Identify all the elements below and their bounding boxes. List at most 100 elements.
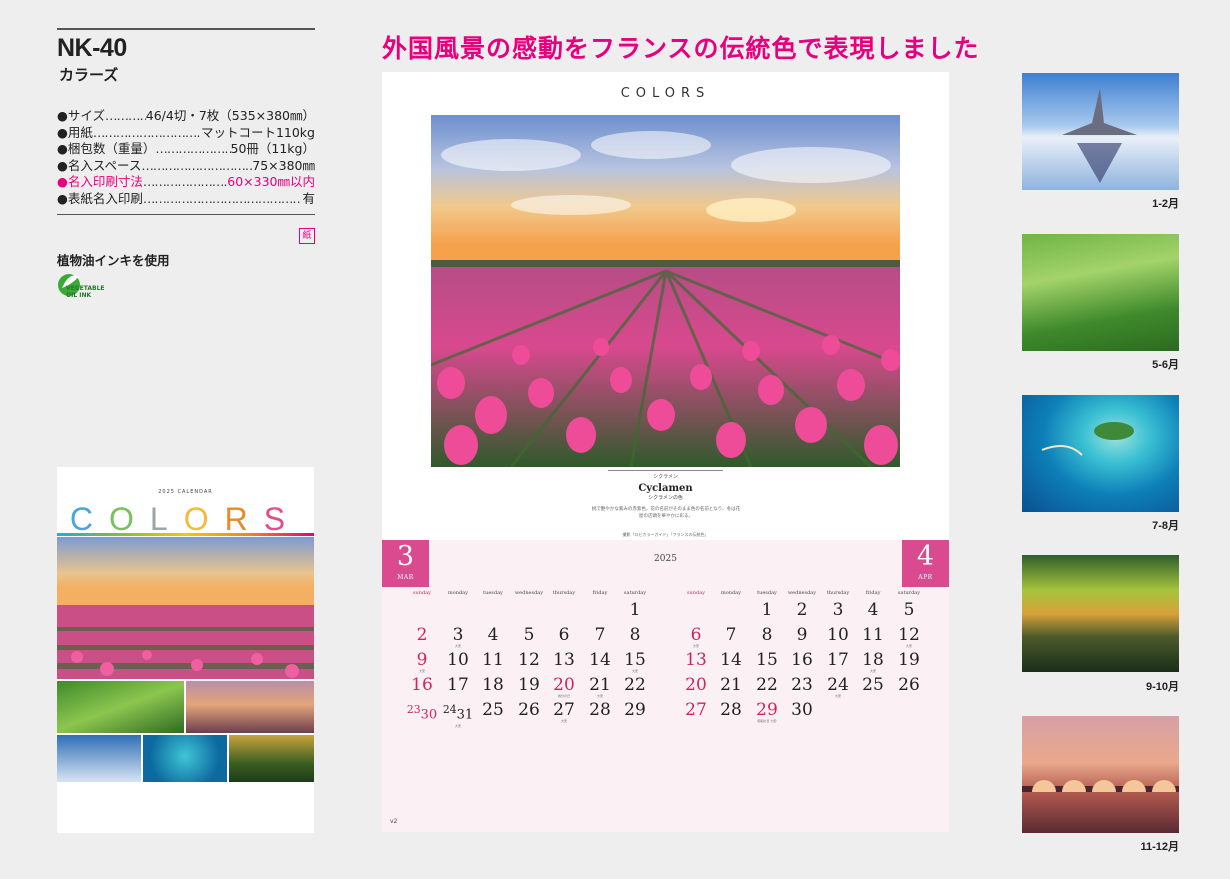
date-cell: 4 <box>487 625 499 645</box>
date-cell: 16 <box>791 650 813 670</box>
cover-color-bar <box>57 533 314 536</box>
spec-label: ●表紙名入印刷 <box>57 190 143 206</box>
date-cell: 1 <box>761 600 773 620</box>
calendar-page: COLORS シクラメン Cyclamen シクラメンの色 桃で艶やかな紫みの赤… <box>382 72 949 832</box>
spec-item: ●梱包数（重量） 50冊（11kg） <box>57 141 315 158</box>
caption-en-title: Cyclamen <box>638 483 693 494</box>
weekday-header: thursday <box>552 590 576 596</box>
page-number: v2 <box>390 818 398 825</box>
vegetable-mark-line2: OIL INK <box>66 292 91 299</box>
date-cell-holiday: 29 昭和の日 大安 <box>756 700 778 723</box>
cover-island-photo <box>143 735 227 782</box>
cover-lake-photo <box>229 735 314 782</box>
cover-tulip-photo <box>57 537 314 679</box>
date-cell: 7 <box>594 625 606 645</box>
date-cell: 15 大安 <box>624 650 646 673</box>
spec-item-highlight: ●名入印刷寸法 60×330㎜以内 <box>57 174 315 191</box>
date-cell: 3 大安 <box>452 625 464 648</box>
date-cell: 2 <box>416 625 428 645</box>
month-thumbnail-lake <box>1022 555 1179 672</box>
date-cell: 18 <box>482 675 504 695</box>
calendar-year: 2025 <box>654 554 677 564</box>
cover-header: 2025 CALENDAR COLORS <box>57 467 314 541</box>
date-cell: 22 <box>756 675 778 695</box>
weekday-header: wednesday <box>787 590 817 596</box>
leader-dots <box>143 191 303 208</box>
month-thumbnail-label: 5-6月 <box>1152 359 1179 371</box>
date-cell: 21 大安 <box>589 675 611 698</box>
date-cell: 26 <box>518 700 540 720</box>
month-thumbnail-castle <box>1022 73 1179 190</box>
date-cell: 2330 <box>406 703 438 723</box>
product-name: カラーズ <box>59 66 119 84</box>
spec-label: ●名入印刷寸法 <box>57 174 143 189</box>
month-thumbnail-bridge <box>1022 716 1179 833</box>
cover-meadow-photo <box>57 681 184 733</box>
weekday-header: saturday <box>897 590 921 596</box>
date-cell: 9 大安 <box>416 650 428 673</box>
logo-letter: O <box>183 501 225 537</box>
divider <box>57 28 315 30</box>
date-cell: 27 <box>685 700 707 720</box>
month-thumbnail-label: 7-8月 <box>1152 520 1179 532</box>
month-thumbnail-label: 11-12月 <box>1140 841 1179 853</box>
spec-value: 46/4切・7枚（535×380㎜） <box>145 108 315 123</box>
product-code: NK-40 <box>57 34 127 62</box>
date-cell: 19 <box>518 675 540 695</box>
date-cell: 28 <box>720 700 742 720</box>
logo-letter: O <box>109 501 150 537</box>
weekday-header: friday <box>592 590 608 596</box>
weekday-header: friday <box>865 590 881 596</box>
date-cell: 12 <box>518 650 540 670</box>
photo-caption: シクラメン Cyclamen シクラメンの色 桃で艶やかな紫みの赤紫色。花の名前… <box>592 470 740 538</box>
date-cell: 27 大安 <box>553 700 575 723</box>
date-cell: 12 大安 <box>898 625 920 648</box>
date-cell: 14 <box>720 650 742 670</box>
date-cell: 17 <box>447 675 469 695</box>
spec-value: 60×330㎜以内 <box>227 174 315 189</box>
spec-value: マットコート110kg <box>200 124 315 140</box>
date-cell: 23 <box>791 675 813 695</box>
calendar-title: COLORS <box>620 86 711 101</box>
weekday-header: tuesday <box>483 590 503 596</box>
spec-label: ●サイズ <box>57 108 106 123</box>
month-abbr: APR <box>918 574 933 581</box>
date-cell: 21 <box>720 675 742 695</box>
spec-label: ●用紙 <box>57 124 93 140</box>
date-cell: 11 <box>482 650 504 670</box>
cover-small-title: 2025 CALENDAR <box>158 489 213 495</box>
date-cell: 7 <box>725 625 737 645</box>
spec-value: 有 <box>302 190 315 206</box>
weekday-header: monday <box>721 590 741 596</box>
date-cell: 26 <box>898 675 920 695</box>
date-cell: 8 <box>629 625 641 645</box>
weekday-header: saturday <box>623 590 647 596</box>
date-cell: 19 <box>898 650 920 670</box>
paper-stamp-icon: 紙 <box>299 228 315 244</box>
month-thumbnail-label: 9-10月 <box>1145 681 1179 693</box>
date-cell: 24 大安 <box>827 675 849 698</box>
weekday-header: wednesday <box>514 590 544 596</box>
logo-letter: C <box>69 501 110 537</box>
date-cell: 20 <box>685 675 707 695</box>
date-cell: 14 <box>589 650 611 670</box>
date-cell: 29 <box>624 700 646 720</box>
vegetable-mark-line1: VEGETABLE <box>66 285 105 292</box>
date-cell: 3 <box>832 600 844 620</box>
date-cell: 18 大安 <box>862 650 884 673</box>
spec-label: ●梱包数（重量） <box>57 141 156 156</box>
spec-item: ●サイズ 46/4切・7枚（535×380㎜） <box>57 108 315 125</box>
leader-dots <box>93 125 201 142</box>
date-cell: 25 <box>862 675 884 695</box>
cover-thumbnail: 2025 CALENDAR COLORS <box>57 467 314 833</box>
date-cell: 5 <box>523 625 535 645</box>
weekday-header: sunday <box>686 590 705 596</box>
date-cell: 25 <box>482 700 504 720</box>
month-thumbnail-island <box>1022 395 1179 512</box>
spec-value: 75×380㎜ <box>252 157 315 173</box>
caption-credit: 撮影「ロビカラーガイド」「フランスの伝統色」 <box>622 532 709 537</box>
date-cell: 8 <box>761 625 773 645</box>
spec-item: ●名入スペース 75×380㎜ <box>57 158 315 175</box>
date-cell: 6 大安 <box>690 625 702 648</box>
date-cell: 28 <box>589 700 611 720</box>
